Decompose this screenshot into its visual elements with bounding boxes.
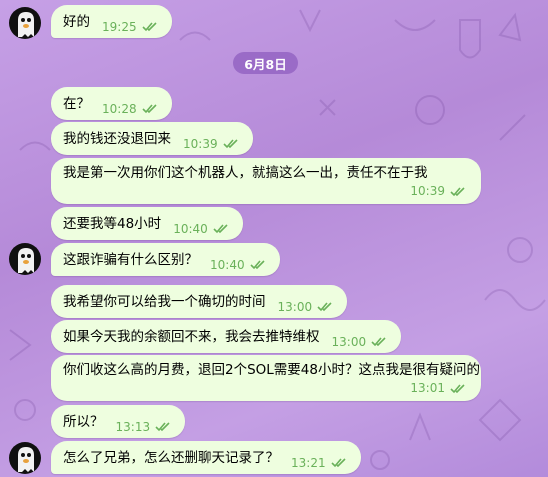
message-text: 这跟诈骗有什么区别？ (63, 251, 198, 268)
double-check-icon (213, 224, 228, 234)
message-time: 19:25 (102, 19, 137, 34)
message-bubble[interactable]: 好的 19:25 (51, 5, 172, 38)
message-bubble[interactable]: 在？ 10:28 (51, 87, 172, 120)
double-check-icon (371, 337, 386, 347)
double-check-icon (450, 186, 465, 196)
message-text: 我的钱还没退回来 (63, 130, 171, 147)
message-bubble[interactable]: 我希望你可以给我一个确切的时间 13:00 (51, 285, 348, 318)
avatar-ghost[interactable] (9, 7, 41, 39)
ghost-icon (18, 12, 34, 37)
message-bubble[interactable]: 怎么了兄弟，怎么还删聊天记录了？ 13:21 (51, 441, 361, 474)
message-bubble[interactable]: 这跟诈骗有什么区别？ 10:40 (51, 243, 280, 276)
message-text: 我是第一次用你们这个机器人，就搞这么一出，责任不在于我 (63, 165, 428, 181)
double-check-icon (331, 458, 346, 468)
double-check-icon (317, 302, 332, 312)
message-time: 10:39 (183, 136, 218, 151)
date-separator: 6月8日 (233, 52, 298, 74)
message-text: 好的 (63, 13, 90, 30)
message-text: 怎么了兄弟，怎么还删聊天记录了？ (63, 449, 279, 466)
message-time: 10:40 (210, 257, 245, 272)
message-time: 10:40 (173, 221, 208, 236)
avatar-ghost[interactable] (9, 243, 41, 275)
double-check-icon (223, 139, 238, 149)
message-text: 还要我等48小时 (63, 215, 162, 232)
message-text: 我希望你可以给我一个确切的时间 (63, 293, 266, 310)
message-bubble[interactable]: 所以？ 13:13 (51, 405, 186, 438)
double-check-icon (155, 422, 170, 432)
message-text: 如果今天我的余额回不来，我会去推特维权 (63, 328, 320, 345)
message-time: 13:00 (331, 334, 367, 349)
message-text: 你们收这么高的月费，退回2个SOL需要48小时？这点我是很有疑问的 (63, 362, 480, 378)
message-time: 10:39 (410, 184, 445, 198)
double-check-icon (250, 260, 265, 270)
message-bubble[interactable]: 我是第一次用你们这个机器人，就搞这么一出，责任不在于我 10:39 (51, 158, 481, 204)
avatar-ghost[interactable] (9, 442, 41, 474)
ghost-icon (18, 447, 34, 472)
message-time: 13:21 (291, 455, 326, 470)
message-time: 10:28 (102, 101, 137, 116)
double-check-icon (142, 22, 157, 32)
message-bubble[interactable]: 如果今天我的余额回不来，我会去推特维权 13:00 (51, 320, 402, 353)
message-time: 13:01 (410, 381, 445, 395)
double-check-icon (142, 104, 157, 114)
message-bubble[interactable]: 还要我等48小时 10:40 (51, 207, 243, 240)
message-time: 13:13 (115, 419, 151, 434)
double-check-icon (450, 383, 465, 393)
message-bubble[interactable]: 你们收这么高的月费，退回2个SOL需要48小时？这点我是很有疑问的 13:01 (51, 355, 481, 401)
message-time: 13:00 (277, 299, 313, 314)
message-bubble[interactable]: 我的钱还没退回来 10:39 (51, 122, 253, 155)
message-text: 在？ (63, 95, 90, 112)
ghost-icon (18, 248, 34, 273)
message-text: 所以？ (63, 413, 104, 430)
